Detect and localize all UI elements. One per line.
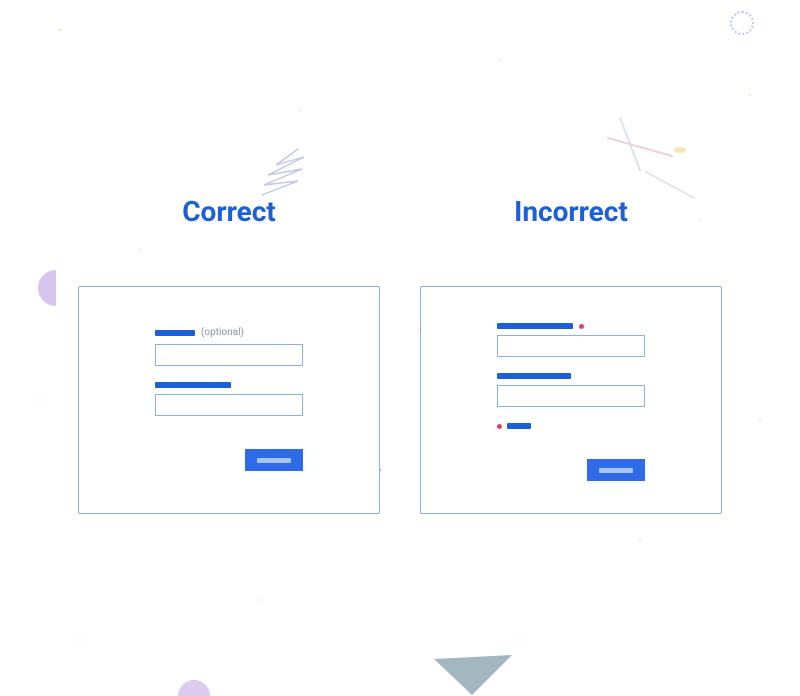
field-label-placeholder — [497, 323, 573, 329]
column-correct: Correct (optional) — [78, 195, 380, 690]
incorrect-field-2 — [497, 373, 645, 407]
correct-field-2 — [155, 382, 303, 416]
example-card-correct: (optional) — [78, 286, 380, 514]
submit-button[interactable] — [245, 449, 303, 471]
legend-label-placeholder — [507, 423, 531, 429]
column-incorrect: Incorrect — [420, 195, 722, 690]
correct-field-1: (optional) — [155, 327, 303, 366]
required-legend — [497, 423, 645, 429]
text-input[interactable] — [497, 335, 645, 357]
text-input[interactable] — [155, 394, 303, 416]
field-label-placeholder — [155, 382, 231, 388]
example-card-incorrect — [420, 286, 722, 514]
text-input[interactable] — [497, 385, 645, 407]
heading-correct: Correct — [182, 195, 276, 228]
required-asterisk-icon — [579, 324, 584, 329]
incorrect-field-1 — [497, 323, 645, 357]
required-asterisk-icon — [497, 424, 502, 429]
button-label-placeholder — [257, 458, 291, 463]
heading-incorrect: Incorrect — [514, 195, 628, 228]
submit-button[interactable] — [587, 459, 645, 481]
field-label-placeholder — [497, 373, 571, 379]
field-label-placeholder — [155, 330, 195, 336]
button-label-placeholder — [599, 468, 633, 473]
text-input[interactable] — [155, 344, 303, 366]
optional-hint: (optional) — [201, 327, 244, 338]
